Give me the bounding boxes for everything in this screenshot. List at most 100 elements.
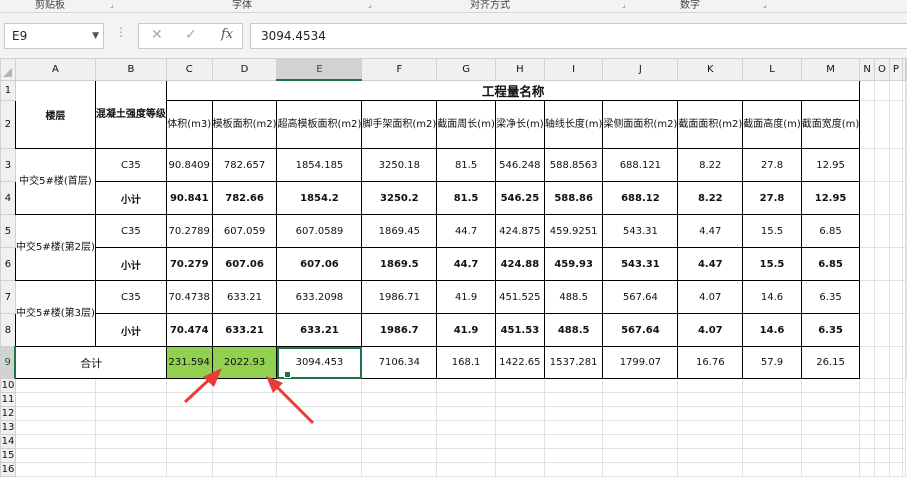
grade-header[interactable]: 混凝土强度等级 <box>94 79 167 149</box>
cell[interactable] <box>859 148 875 182</box>
floor-cell[interactable]: 中交5#楼(首层) <box>14 148 96 215</box>
value-cell[interactable]: 27.8 <box>742 148 802 182</box>
value-cell[interactable]: 588.8563 <box>543 148 604 182</box>
cell[interactable] <box>888 214 903 248</box>
cell[interactable] <box>494 434 545 449</box>
cell[interactable] <box>436 434 496 449</box>
column-header[interactable]: C <box>165 58 213 81</box>
cell[interactable] <box>859 280 875 314</box>
subtotal-cell[interactable]: 6.35 <box>800 313 861 347</box>
cell[interactable] <box>165 378 213 393</box>
cell[interactable] <box>901 448 907 463</box>
total-cell-formwork[interactable]: 2022.93 <box>211 346 278 379</box>
row-header[interactable]: 14 <box>0 434 16 449</box>
cell[interactable] <box>859 434 875 449</box>
cell[interactable] <box>602 392 679 407</box>
quantity-header-high-formwork[interactable]: 超高模板面积(m2) <box>276 100 363 149</box>
cell[interactable] <box>436 392 496 407</box>
quantity-header-beam-length[interactable]: 梁净长(m) <box>494 100 545 149</box>
grade-cell[interactable]: C35 <box>94 280 167 314</box>
subtotal-cell[interactable]: 451.53 <box>494 313 545 347</box>
alignment-launcher-icon[interactable]: ⌟ <box>622 0 626 9</box>
table-title[interactable]: 工程量名称 <box>165 79 861 101</box>
cell[interactable] <box>859 100 875 149</box>
subtotal-cell[interactable]: 567.64 <box>602 313 679 347</box>
column-header[interactable]: J <box>602 58 679 81</box>
cell[interactable] <box>888 100 903 149</box>
cell[interactable] <box>211 420 278 435</box>
cell[interactable] <box>888 448 903 463</box>
cell[interactable] <box>901 378 907 393</box>
cell[interactable] <box>361 448 438 463</box>
cell[interactable] <box>901 406 907 421</box>
row-header[interactable]: 12 <box>0 406 16 421</box>
cell[interactable] <box>94 448 167 463</box>
cell[interactable] <box>14 462 96 477</box>
value-cell[interactable]: 424.875 <box>494 214 545 248</box>
value-cell[interactable]: 782.657 <box>211 148 278 182</box>
cell[interactable] <box>165 434 213 449</box>
cell[interactable] <box>873 420 890 435</box>
subtotal-cell[interactable]: 1869.5 <box>361 247 438 281</box>
cell[interactable] <box>888 148 903 182</box>
cell[interactable] <box>905 148 907 182</box>
cell[interactable] <box>276 406 363 421</box>
column-header[interactable]: H <box>494 58 545 81</box>
cell[interactable] <box>436 406 496 421</box>
value-cell[interactable]: 1869.45 <box>361 214 438 248</box>
cell[interactable] <box>859 378 875 393</box>
cell[interactable] <box>873 448 890 463</box>
row-header[interactable]: 13 <box>0 420 16 435</box>
cell[interactable] <box>800 448 861 463</box>
cell[interactable] <box>859 214 875 248</box>
cell[interactable] <box>543 406 604 421</box>
column-header[interactable]: E <box>276 58 363 81</box>
more-options-icon[interactable]: ⋮ <box>115 25 128 39</box>
value-cell[interactable]: 44.7 <box>436 214 496 248</box>
cell[interactable] <box>901 462 907 477</box>
value-cell[interactable]: 688.121 <box>602 148 679 182</box>
cell[interactable] <box>361 420 438 435</box>
value-cell[interactable]: 1854.185 <box>276 148 363 182</box>
column-header[interactable]: A <box>14 58 96 81</box>
cell[interactable] <box>276 420 363 435</box>
quantity-header-perimeter[interactable]: 截面周长(m) <box>436 100 496 149</box>
cell[interactable] <box>873 181 890 215</box>
subtotal-label[interactable]: 小计 <box>94 247 167 281</box>
row-header[interactable]: 5 <box>0 214 16 248</box>
cell[interactable] <box>800 420 861 435</box>
cell[interactable] <box>14 448 96 463</box>
subtotal-cell[interactable]: 15.5 <box>742 247 802 281</box>
clipboard-launcher-icon[interactable]: ⌟ <box>110 0 114 9</box>
quantity-header-beam-side-area[interactable]: 梁侧面面积(m2) <box>602 100 679 149</box>
cell[interactable] <box>873 462 890 477</box>
quantity-header-section-height[interactable]: 截面高度(m) <box>742 100 802 149</box>
cell[interactable] <box>901 420 907 435</box>
cell[interactable] <box>873 313 890 347</box>
cell[interactable] <box>494 448 545 463</box>
cell[interactable] <box>677 392 744 407</box>
subtotal-label[interactable]: 小计 <box>94 313 167 347</box>
column-header[interactable]: B <box>94 58 167 81</box>
cell[interactable] <box>859 181 875 215</box>
cell[interactable] <box>873 214 890 248</box>
cell[interactable] <box>901 434 907 449</box>
row-header[interactable]: 15 <box>0 448 16 463</box>
column-header[interactable]: D <box>211 58 278 81</box>
cell[interactable] <box>859 406 875 421</box>
row-header[interactable]: 16 <box>0 462 16 477</box>
cell[interactable] <box>859 392 875 407</box>
cell[interactable] <box>888 79 903 101</box>
cell[interactable] <box>94 434 167 449</box>
value-cell[interactable]: 8.22 <box>677 148 744 182</box>
cell[interactable] <box>859 448 875 463</box>
row-header[interactable]: 1 <box>0 79 16 101</box>
value-cell[interactable]: 90.8409 <box>165 148 213 182</box>
total-cell-volume[interactable]: 231.594 <box>165 346 213 379</box>
cell[interactable] <box>543 378 604 393</box>
cell[interactable] <box>94 420 167 435</box>
cell[interactable] <box>276 378 363 393</box>
cell[interactable] <box>276 392 363 407</box>
subtotal-cell[interactable]: 4.47 <box>677 247 744 281</box>
column-header[interactable]: L <box>742 58 802 81</box>
